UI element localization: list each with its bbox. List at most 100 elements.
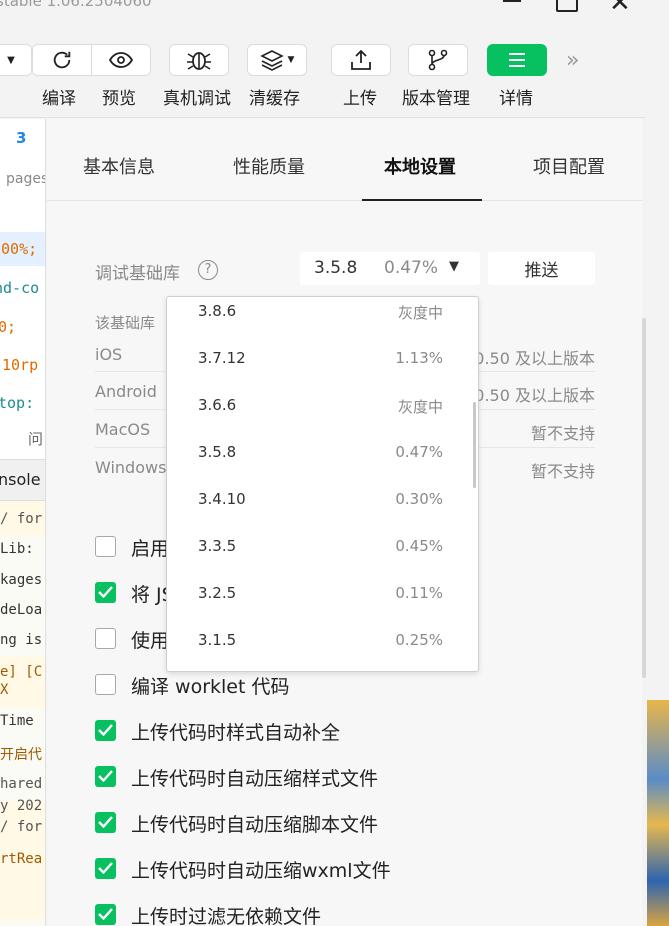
branch-icon: [428, 49, 448, 71]
log-line: X: [0, 682, 9, 698]
dropdown-scrollbar[interactable]: [473, 402, 476, 488]
option-label: 上传代码时自动压缩wxml文件: [131, 860, 391, 882]
help-icon[interactable]: ?: [198, 260, 218, 280]
option-label: 上传代码时自动压缩样式文件: [131, 768, 379, 790]
compile-button[interactable]: [32, 44, 92, 76]
version-option[interactable]: 3.2.5 0.11%: [167, 570, 478, 617]
check-icon: [98, 862, 113, 874]
version-option[interactable]: 3.6.6 灰度中: [167, 382, 478, 429]
caret-down-icon: ▼: [449, 259, 459, 274]
option-checkbox[interactable]: [95, 904, 116, 925]
upload-icon: [351, 49, 371, 70]
desktop-wallpaper: [647, 700, 669, 926]
code-line: 10rp: [2, 356, 39, 374]
upload-label: 上传: [343, 89, 377, 109]
details-button[interactable]: [487, 44, 547, 76]
console-output: / for Lib: kages deLoa ng is e] [C X Tim…: [0, 501, 45, 926]
option-percent: 0.25%: [395, 631, 443, 649]
log-line: Time: [0, 713, 34, 729]
base-lib-label: 调试基础库: [95, 264, 180, 284]
code-line: nd-co: [0, 279, 40, 297]
log-line: hared: [0, 776, 43, 792]
layers-icon: [259, 50, 284, 71]
maximize-icon[interactable]: [556, 0, 578, 12]
console-tab-bar: nsole: [0, 459, 45, 501]
log-line: / for: [0, 511, 43, 527]
tab-performance[interactable]: 性能质量: [233, 153, 305, 179]
platform-value: 0.50 及以上版本: [474, 349, 595, 368]
option-checkbox[interactable]: [95, 628, 116, 649]
version-option[interactable]: 3.1.5 0.25%: [167, 617, 478, 664]
option-checkbox[interactable]: [95, 536, 116, 557]
log-line: / for: [0, 819, 43, 835]
log-line: ng is: [0, 632, 43, 648]
caret-down-icon: ▼: [7, 54, 15, 66]
window-title: stable 1.06.2504060: [0, 0, 152, 10]
option-checkbox[interactable]: [95, 858, 116, 879]
option-percent: 1.13%: [395, 349, 443, 367]
option-checkbox[interactable]: [95, 766, 116, 787]
version-option[interactable]: 3.3.5 0.45%: [167, 523, 478, 570]
upload-button[interactable]: [331, 44, 391, 76]
option-version: 3.6.6: [198, 396, 237, 414]
close-icon[interactable]: ✕: [609, 0, 631, 16]
option-percent: 0.45%: [395, 537, 443, 555]
double-chevron-right-icon[interactable]: »: [566, 48, 579, 73]
version-option[interactable]: 3.4.10 0.30%: [167, 476, 478, 523]
file-path: pages: [6, 171, 46, 187]
tab-project-config[interactable]: 项目配置: [533, 153, 605, 179]
option-label: 上传代码时样式自动补全: [131, 722, 341, 744]
toolbar: ▼ 编译 预览 真机调试 ▼ 清缓存 上传 版本管理 详情 »: [0, 30, 645, 118]
device-debug-button[interactable]: [169, 44, 229, 76]
option-version: 3.5.8: [198, 443, 237, 461]
option-checkbox[interactable]: [95, 720, 116, 741]
option-version: 3.2.5: [198, 584, 237, 602]
check-icon: [98, 908, 113, 920]
tab-console[interactable]: nsole: [0, 470, 41, 489]
option-checkbox[interactable]: [95, 812, 116, 833]
log-line: kages: [0, 572, 43, 588]
css-file-icon: 3: [16, 129, 27, 147]
version-option[interactable]: 3.7.12 1.13%: [167, 335, 478, 382]
eye-icon: [109, 52, 133, 68]
code-editor-pane: 3 pages 100%; nd-co 0; 10rp top: 问 nsole…: [0, 119, 46, 926]
option-version: 3.8.6: [198, 302, 237, 320]
option-label: 编译 worklet 代码: [131, 676, 290, 698]
settings-tabs: 基本信息 性能质量 本地设置 项目配置: [47, 119, 642, 201]
minimize-icon[interactable]: [503, 0, 521, 2]
caret-down-icon: ▼: [287, 55, 295, 65]
code-line: 100%;: [0, 240, 38, 258]
platform-name: MacOS: [95, 420, 151, 439]
option-label: 上传时过滤无依赖文件: [131, 906, 322, 926]
clear-cache-button[interactable]: ▼: [247, 44, 307, 76]
option-percent: 灰度中: [397, 398, 443, 416]
active-tab-indicator: [362, 199, 482, 201]
tab-basic-info[interactable]: 基本信息: [83, 153, 155, 179]
refresh-icon: [53, 51, 71, 69]
tab-issues[interactable]: 问: [28, 428, 43, 449]
platform-value: 暂不支持: [530, 424, 595, 443]
settings-scrollbar[interactable]: [642, 318, 646, 678]
option-checkbox[interactable]: [95, 582, 116, 603]
tab-local-settings[interactable]: 本地设置: [384, 153, 456, 179]
support-note: 该基础库: [95, 314, 156, 332]
version-manage-button[interactable]: [408, 44, 468, 76]
version-option[interactable]: 3.5.8 0.47%: [167, 429, 478, 476]
option-checkbox[interactable]: [95, 674, 116, 695]
details-label: 详情: [499, 89, 533, 109]
option-percent: 0.47%: [395, 443, 443, 461]
device-debug-label: 真机调试: [163, 89, 231, 109]
log-line: deLoa: [0, 602, 43, 618]
code-line: top:: [0, 394, 35, 412]
mode-dropdown-button[interactable]: ▼: [0, 44, 32, 76]
base-lib-select[interactable]: 3.5.8 0.47% ▼: [300, 252, 480, 285]
check-icon: [98, 724, 113, 736]
push-button[interactable]: 推送: [488, 252, 595, 285]
log-line: e] [C: [0, 664, 43, 680]
option-version: 3.3.5: [198, 537, 237, 555]
log-line: y 202: [0, 798, 43, 814]
version-option[interactable]: 3.8.6 灰度中: [167, 297, 478, 335]
platform-value: 0.50 及以上版本: [474, 386, 595, 405]
option-label: 上传代码时自动压缩脚本文件: [131, 814, 379, 836]
preview-button[interactable]: [91, 44, 151, 76]
